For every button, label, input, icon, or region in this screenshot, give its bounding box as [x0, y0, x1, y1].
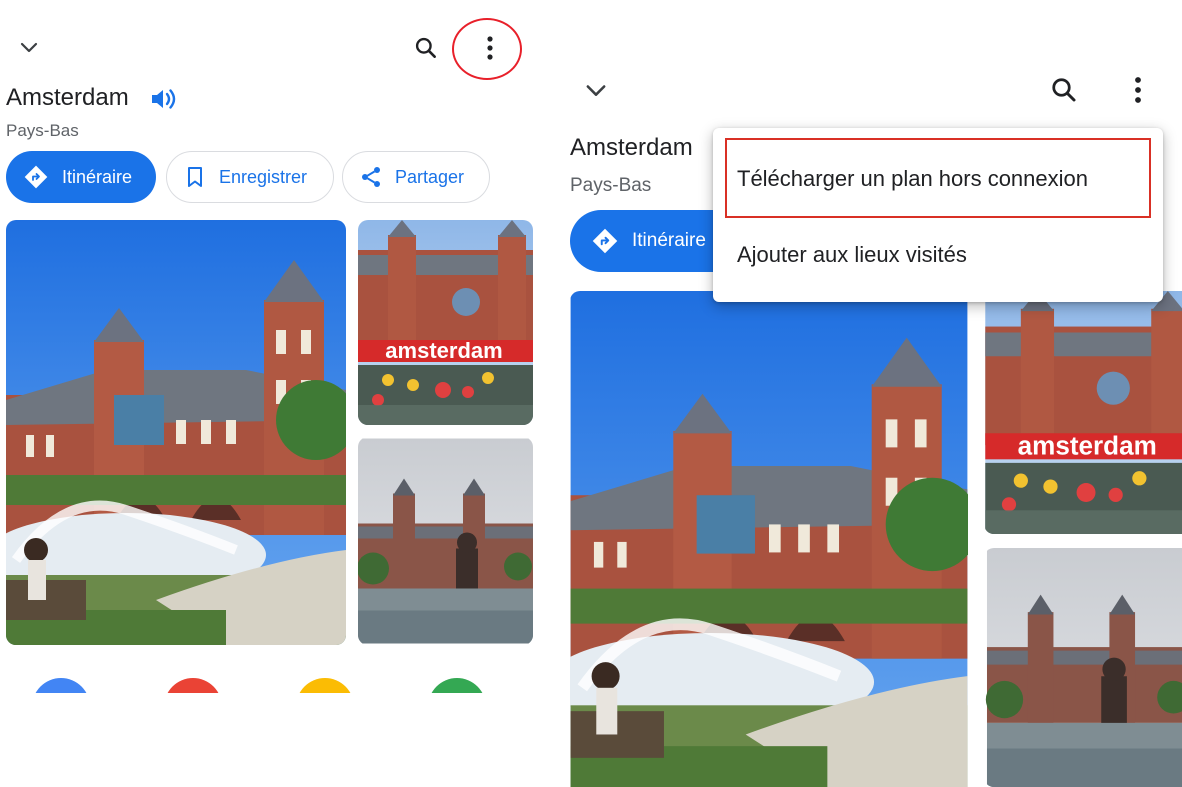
amsterdam-sign-photo [984, 291, 1182, 534]
menu-item-add-visited[interactable]: Ajouter aux lieux visités [713, 220, 1163, 290]
search-button[interactable] [408, 30, 444, 66]
menu-item-visited-label: Ajouter aux lieux visités [737, 242, 967, 267]
overflow-menu: Télécharger un plan hors connexion Ajout… [713, 128, 1163, 302]
highlight-box [725, 138, 1151, 218]
highlight-circle [452, 18, 522, 80]
place-subtitle-right: Pays-Bas [570, 175, 652, 196]
photo-main[interactable] [6, 220, 346, 645]
museum-cloudy-photo [358, 437, 533, 645]
more-options-button-right[interactable] [1120, 70, 1156, 110]
collapse-button[interactable] [12, 30, 46, 64]
directions-button[interactable]: Itinéraire [6, 151, 156, 203]
photo-grey[interactable] [358, 437, 533, 645]
right-place-sheet: Amsterdam Pays-Bas Itinéraire Télécharge… [556, 0, 1182, 787]
share-icon [362, 167, 380, 187]
volume-icon [152, 89, 176, 109]
search-button-right[interactable] [1044, 70, 1084, 110]
left-place-sheet: Amsterdam Pays-Bas Itinéraire Enregistre… [0, 0, 540, 787]
photo-sign[interactable] [358, 220, 533, 425]
directions-icon [592, 228, 618, 254]
museum-cloudy-photo [984, 548, 1182, 787]
place-title-right: Amsterdam [570, 134, 693, 161]
amsterdam-sign-photo [358, 220, 533, 425]
photo-main-right[interactable] [570, 291, 968, 787]
rijksmuseum-photo [570, 291, 968, 787]
bookmark-icon [188, 167, 202, 187]
place-subtitle: Pays-Bas [6, 121, 79, 140]
pronounce-button[interactable] [148, 84, 178, 114]
more-vert-icon [1135, 77, 1141, 103]
directions-icon [24, 165, 48, 189]
save-button[interactable]: Enregistrer [166, 151, 334, 203]
place-title: Amsterdam [6, 84, 129, 111]
search-icon [1052, 78, 1076, 102]
collapse-button-right[interactable] [578, 72, 614, 108]
chevron-down-icon [586, 85, 606, 96]
photo-grey-right[interactable] [984, 548, 1182, 787]
share-label: Partager [395, 166, 465, 187]
search-icon [415, 37, 436, 58]
chevron-down-icon [20, 42, 38, 53]
rijksmuseum-photo [6, 220, 346, 645]
directions-label-right: Itinéraire [632, 230, 706, 251]
photo-sign-right[interactable] [984, 291, 1182, 534]
directions-label: Itinéraire [62, 166, 133, 187]
save-label: Enregistrer [219, 166, 308, 187]
share-button[interactable]: Partager [342, 151, 490, 203]
dots-cutoff [0, 693, 540, 787]
